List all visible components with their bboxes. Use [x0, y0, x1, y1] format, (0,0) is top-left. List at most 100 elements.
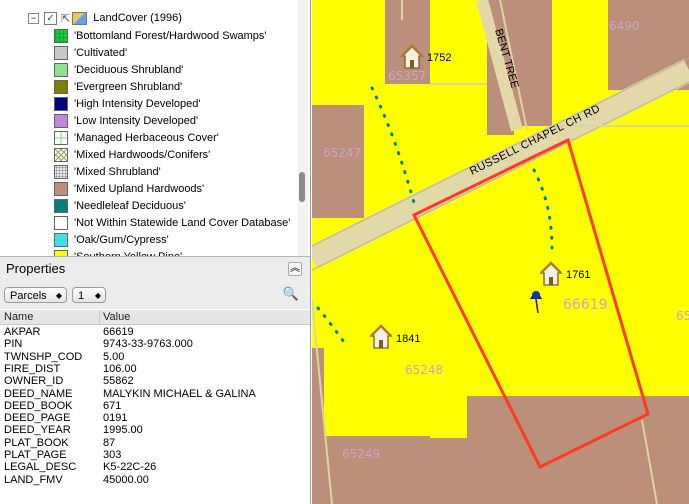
- legend-swatch: [54, 215, 68, 230]
- attribute-value: MALYKIN MICHAEL & GALINA: [103, 387, 256, 400]
- legend-swatch: [54, 113, 68, 128]
- legend-label: 'Managed Herbaceous Cover': [74, 131, 219, 144]
- attribute-value: 5.00: [103, 350, 125, 363]
- address-label: 1841: [396, 333, 420, 345]
- attribute-value: 55862: [103, 375, 134, 388]
- layer-row[interactable]: − ✓ ⇱ LandCover (1996): [28, 10, 182, 26]
- cursor-icon: ⇱: [61, 12, 71, 25]
- table-row[interactable]: DEED_NAME MALYKIN MICHAEL & GALINA: [0, 388, 310, 400]
- column-divider[interactable]: [99, 310, 100, 324]
- legend-item: 'Bottomland Forest/Hardwood Swamps': [54, 27, 267, 44]
- attribute-name: DEED_BOOK: [4, 399, 73, 412]
- attribute-value: 9743-33-9763.000: [103, 338, 193, 351]
- layer-select-value: Parcels: [10, 290, 47, 302]
- properties-title: Properties: [6, 261, 66, 276]
- map-svg[interactable]: 1752 1761 1841 6490 65357 65247 66619 65…: [312, 0, 689, 504]
- legend-label: 'Cultivated': [74, 46, 128, 59]
- table-row[interactable]: TWNSHP_COD 5.00: [0, 351, 310, 363]
- house-icon[interactable]: [539, 261, 563, 286]
- table-row[interactable]: PIN 9743-33-9763.000: [0, 338, 310, 350]
- legend-swatch: [54, 28, 68, 43]
- legend-swatch: [54, 147, 68, 162]
- attribute-name: DEED_YEAR: [4, 424, 71, 437]
- legend-item: 'Mixed Hardwoods/Conifers': [54, 146, 210, 163]
- legend-item: 'Not Within Statewide Land Cover Databas…: [54, 214, 290, 231]
- legend-item: 'Managed Herbaceous Cover': [54, 129, 219, 146]
- legend-scroll-thumb[interactable]: [299, 172, 305, 202]
- parcel-label: 65248: [405, 363, 443, 377]
- attribute-name: DEED_PAGE: [4, 412, 71, 425]
- legend-swatch: [54, 130, 68, 145]
- legend-swatch: [54, 164, 68, 179]
- attribute-name: AKPAR: [4, 326, 41, 338]
- legend-scrollbar[interactable]: [298, 0, 308, 256]
- attribute-value: 303: [103, 449, 122, 461]
- layer-visibility-checkbox[interactable]: ✓: [44, 11, 57, 25]
- zoom-to-feature-button[interactable]: 🔍: [282, 285, 300, 303]
- parcel-label: 65247: [323, 146, 361, 160]
- address-label: 1752: [427, 52, 451, 64]
- layer-select[interactable]: Parcels ◆: [4, 287, 67, 303]
- attribute-value: 45000.00: [103, 473, 149, 486]
- legend-swatch: [54, 79, 68, 94]
- hardwood-area: [312, 105, 364, 218]
- parcel-label: 65357: [388, 69, 426, 83]
- table-header: Name Value: [0, 310, 310, 325]
- legend-swatch: [54, 198, 68, 213]
- legend-label: 'Needleleaf Deciduous': [74, 199, 186, 212]
- table-row[interactable]: AKPAR 66619: [0, 326, 310, 338]
- stream-line: [316, 306, 348, 347]
- attribute-name: LAND_FMV: [4, 473, 63, 486]
- properties-toolbar: Parcels ◆ 1 ◆ 🔍: [0, 281, 310, 309]
- table-row[interactable]: DEED_PAGE 0191: [0, 412, 310, 424]
- legend-label: 'Deciduous Shrubland': [74, 63, 184, 76]
- chevron-updown-icon: ◆: [94, 291, 101, 300]
- feature-index-select[interactable]: 1 ◆: [72, 287, 106, 303]
- collapse-up-icon[interactable]: ︽: [288, 262, 302, 276]
- table-row[interactable]: PLAT_PAGE 303: [0, 449, 310, 461]
- attribute-value: 87: [103, 436, 116, 449]
- attribute-value: 1995.00: [103, 424, 143, 437]
- parcel-label: 65: [676, 309, 689, 323]
- attribute-name: FIRE_DIST: [4, 362, 61, 375]
- table-row[interactable]: LAND_FMV 45000.00: [0, 474, 310, 486]
- attribute-value: 0191: [103, 412, 128, 425]
- feature-index-value: 1: [78, 290, 85, 302]
- attribute-value: 66619: [103, 326, 134, 338]
- attribute-name: DEED_NAME: [4, 387, 73, 400]
- attribute-value: 671: [103, 399, 122, 412]
- parcel-label: 65249: [342, 447, 380, 461]
- properties-header: Properties ︽: [0, 256, 310, 281]
- collapse-toggle[interactable]: −: [28, 12, 39, 24]
- legend-item: 'Southern Yellow Pine': [54, 248, 182, 256]
- attribute-name: PLAT_PAGE: [4, 449, 67, 461]
- stream-line: [370, 86, 418, 212]
- stream-line: [532, 168, 554, 250]
- legend-label: 'Low Intensity Developed': [74, 114, 199, 127]
- column-header-name[interactable]: Name: [4, 311, 33, 323]
- layer-type-icon: [72, 11, 88, 25]
- legend-item: 'Low Intensity Developed': [54, 112, 198, 129]
- magnifier-icon: 🔍: [282, 286, 300, 301]
- table-row[interactable]: FIRE_DIST 106.00: [0, 363, 310, 375]
- legend-item: 'Mixed Shrubland': [54, 163, 161, 180]
- table-row[interactable]: DEED_YEAR 1995.00: [0, 424, 310, 436]
- table-row[interactable]: PLAT_BOOK 87: [0, 437, 310, 449]
- legend-item: 'Cultivated': [54, 44, 127, 61]
- column-header-value[interactable]: Value: [103, 311, 130, 323]
- pushpin-icon[interactable]: [530, 291, 542, 314]
- legend-label: 'Mixed Hardwoods/Conifers': [74, 148, 211, 161]
- legend-item: 'Mixed Upland Hardwoods': [54, 180, 204, 197]
- parcel-label: 6490: [609, 19, 640, 33]
- legend-item: 'Evergreen Shrubland': [54, 78, 182, 95]
- table-row[interactable]: DEED_BOOK 671: [0, 400, 310, 412]
- table-row[interactable]: OWNER_ID 55862: [0, 375, 310, 387]
- legend-swatch: [54, 62, 68, 77]
- attribute-value: 106.00: [103, 362, 137, 375]
- map-canvas[interactable]: 1752 1761 1841 6490 65357 65247 66619 65…: [312, 0, 689, 504]
- table-row[interactable]: LEGAL_DESC K5-22C-26: [0, 461, 310, 473]
- attribute-name: PLAT_BOOK: [4, 436, 69, 449]
- legend-label: 'High Intensity Developed': [74, 97, 201, 110]
- house-icon[interactable]: [369, 324, 393, 349]
- layer-legend: − ✓ ⇱ LandCover (1996) 'Bottomland Fores…: [0, 0, 296, 256]
